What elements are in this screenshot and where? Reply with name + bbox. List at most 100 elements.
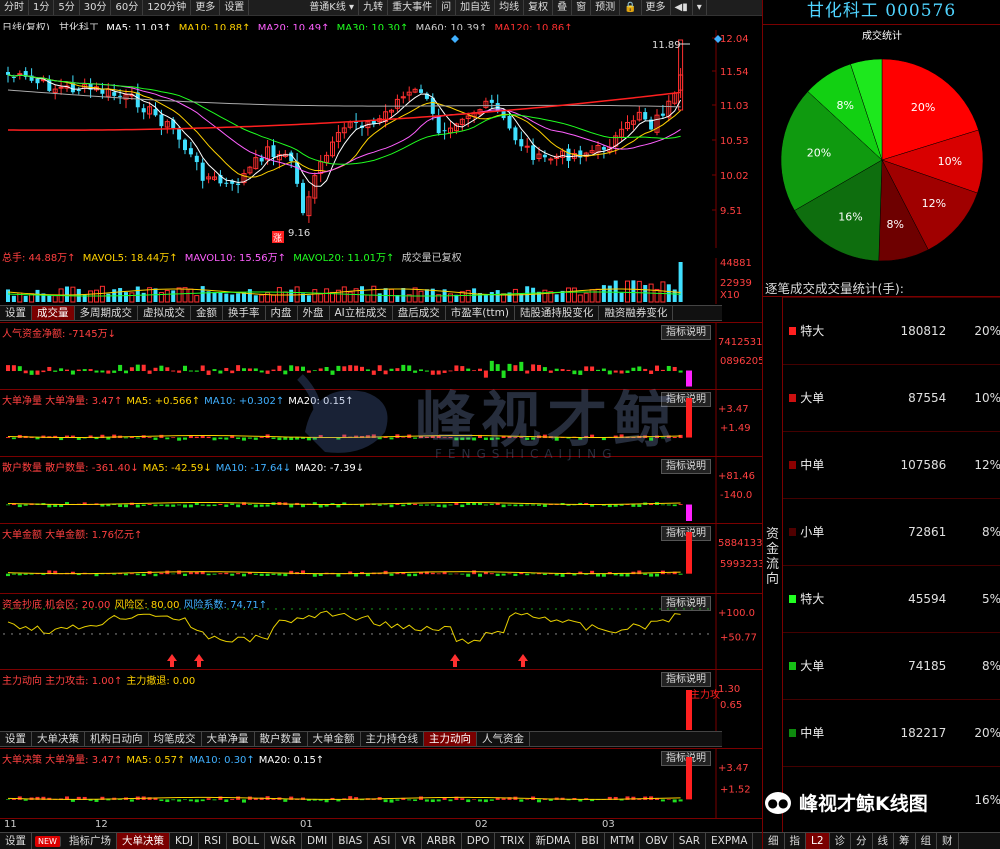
- tab-top-11[interactable]: 陆股通持股变化: [515, 306, 600, 320]
- tab-top-9[interactable]: 盘后成交: [393, 306, 446, 320]
- right-panel: 甘化科工 000576 成交统计 20% 10% 12% 8% 16% 20% 8% 逐笔成…: [762, 0, 1000, 849]
- indicator-panel-3: 大单金额 大单金额: 1.76亿元↑指标说明58841335993233: [0, 523, 762, 593]
- tool-add-watchlist[interactable]: 加自选: [456, 0, 496, 15]
- tab-top-1[interactable]: 成交量: [32, 306, 75, 320]
- toolbar-more[interactable]: 更多: [642, 0, 671, 15]
- tool-nine-turn[interactable]: 九转: [359, 0, 389, 15]
- bottom-tab-15[interactable]: 新DMA: [530, 833, 577, 849]
- bottom-tab-3[interactable]: 大单决策: [116, 833, 170, 849]
- indicator-chart[interactable]: +3.47 +1.49: [0, 390, 762, 456]
- period-tab-120min[interactable]: 120分钟: [143, 0, 192, 15]
- tab-bottom-5[interactable]: 散户数量: [255, 732, 308, 746]
- tool-overlay[interactable]: 叠: [553, 0, 573, 15]
- period-more[interactable]: 更多: [191, 0, 221, 15]
- period-tab-60min[interactable]: 60分: [111, 0, 144, 15]
- tab-top-3[interactable]: 虚拟成交: [138, 306, 191, 320]
- pie-label: 16%: [838, 210, 862, 223]
- tab-bottom-3[interactable]: 均笔成交: [149, 732, 202, 746]
- tool-moving-avg[interactable]: 均线: [495, 0, 525, 15]
- bottom-tab-1[interactable]: NEW: [35, 835, 61, 847]
- right-tab-5[interactable]: 线: [873, 833, 895, 849]
- indicator-chart[interactable]: 1.30 0.65主力攻: [0, 670, 762, 731]
- bottom-tab-12[interactable]: ARBR: [422, 833, 462, 849]
- period-toolbar: 分时 1分 5分 30分 60分 120分钟 更多 设置 普通K线 ▾ 九转 重…: [0, 0, 762, 16]
- indicator-chart[interactable]: 7412531 0896205: [0, 323, 762, 389]
- indicator-tick: +3.47: [718, 404, 749, 415]
- bottom-tab-13[interactable]: DPO: [462, 833, 496, 849]
- wechat-icon: ●●: [765, 791, 791, 814]
- bottom-tab-6[interactable]: BOLL: [227, 833, 266, 849]
- volume-chart[interactable]: 44881 22939X10: [0, 258, 762, 304]
- tool-ask[interactable]: 问: [437, 0, 457, 15]
- tab-top-12[interactable]: 融资融券变化: [599, 306, 674, 320]
- tab-bottom-1[interactable]: 大单决策: [32, 732, 85, 746]
- bottom-tab-14[interactable]: TRIX: [495, 833, 531, 849]
- period-tab-30min[interactable]: 30分: [80, 0, 112, 15]
- right-tab-8[interactable]: 财: [937, 833, 959, 849]
- tab-top-10[interactable]: 市盈率(ttm): [446, 306, 515, 320]
- bottom-tab-10[interactable]: ASI: [368, 833, 397, 849]
- tool-window[interactable]: 窗: [572, 0, 592, 15]
- period-tab-5min[interactable]: 5分: [54, 0, 80, 15]
- indicator-chart[interactable]: +81.46 -140.0: [0, 457, 762, 523]
- tab-top-8[interactable]: AI立桩成交: [330, 306, 393, 320]
- right-tab-2[interactable]: L2: [806, 833, 830, 849]
- period-settings[interactable]: 设置: [220, 0, 250, 15]
- collapse-icon[interactable]: ◀▮: [671, 0, 693, 15]
- bottom-tab-4[interactable]: KDJ: [170, 833, 200, 849]
- bottom-tab-20[interactable]: EXPMA: [706, 833, 754, 849]
- tab-bottom-7[interactable]: 主力持仓线: [361, 732, 424, 746]
- indicator-panel-6: 大单决策 大单净量: 3.47↑ MA5: 0.57↑ MA10: 0.30↑ MA2…: [0, 748, 762, 819]
- right-tab-6[interactable]: 筹: [894, 833, 916, 849]
- indicator-chart[interactable]: +3.47 +1.52: [0, 749, 762, 819]
- tab-top-4[interactable]: 金额: [191, 306, 223, 320]
- tab-bottom-0[interactable]: 设置: [0, 732, 32, 746]
- bottom-tab-11[interactable]: VR: [396, 833, 422, 849]
- x-tick-jan: 01: [300, 819, 313, 830]
- tab-top-6[interactable]: 内盘: [266, 306, 298, 320]
- bottom-tab-16[interactable]: BBI: [576, 833, 605, 849]
- period-tab-1min[interactable]: 1分: [29, 0, 55, 15]
- tab-bottom-2[interactable]: 机构日动向: [85, 732, 149, 746]
- tab-bottom-8[interactable]: 主力动向: [424, 732, 477, 746]
- right-tab-0[interactable]: 细: [763, 833, 785, 849]
- right-tab-3[interactable]: 诊: [830, 833, 852, 849]
- dropdown-icon[interactable]: ▾: [693, 0, 707, 15]
- lock-icon[interactable]: 🔒: [620, 0, 642, 15]
- tab-top-7[interactable]: 外盘: [298, 306, 330, 320]
- bottom-tab-17[interactable]: MTM: [605, 833, 641, 849]
- chart-type-select[interactable]: 普通K线 ▾: [305, 0, 360, 15]
- x-tick-nov: 11: [4, 819, 17, 830]
- bottom-tab-2[interactable]: 指标广场: [64, 833, 117, 849]
- tab-bottom-6[interactable]: 大单金额: [308, 732, 361, 746]
- right-tab-7[interactable]: 组: [916, 833, 938, 849]
- x-tick-dec: 12: [95, 819, 108, 830]
- bottom-tab-9[interactable]: BIAS: [333, 833, 369, 849]
- tool-adjust[interactable]: 复权: [524, 0, 554, 15]
- indicator-chart[interactable]: +100.0 +50.77: [0, 594, 762, 669]
- tab-top-5[interactable]: 换手率: [223, 306, 266, 320]
- tab-top-0[interactable]: 设置: [0, 306, 32, 320]
- tool-major-events[interactable]: 重大事件: [388, 0, 438, 15]
- bottom-tab-8[interactable]: DMI: [302, 833, 334, 849]
- x-tick-feb: 02: [475, 819, 488, 830]
- indicator-chart[interactable]: 5884133 5993233: [0, 524, 762, 593]
- tool-forecast[interactable]: 预测: [591, 0, 621, 15]
- tab-bottom-4[interactable]: 大单净量: [202, 732, 255, 746]
- kline-chart[interactable]: 12.04 11.54 11.03 10.53 10.02 9.51 11.89 9.16 涨: [0, 30, 762, 248]
- stats-volume: 72861: [908, 524, 947, 539]
- tab-bottom-9[interactable]: 人气资金: [477, 732, 530, 746]
- pie-label: 8%: [886, 218, 903, 231]
- bottom-tab-0[interactable]: 设置: [0, 833, 32, 849]
- volume-pie-chart: 20% 10% 12% 8% 16% 20% 8%: [780, 58, 984, 262]
- period-tab-intraday[interactable]: 分时: [0, 0, 29, 15]
- stats-volume: 87554: [908, 390, 947, 405]
- right-tab-4[interactable]: 分: [851, 833, 873, 849]
- tab-top-2[interactable]: 多周期成交: [75, 306, 138, 320]
- bottom-tab-19[interactable]: SAR: [674, 833, 707, 849]
- bottom-tab-7[interactable]: W&R: [265, 833, 302, 849]
- bottom-tab-18[interactable]: OBV: [640, 833, 674, 849]
- indicator-tick: +1.52: [720, 784, 751, 795]
- bottom-tab-5[interactable]: RSI: [199, 833, 228, 849]
- right-tab-1[interactable]: 指: [785, 833, 806, 849]
